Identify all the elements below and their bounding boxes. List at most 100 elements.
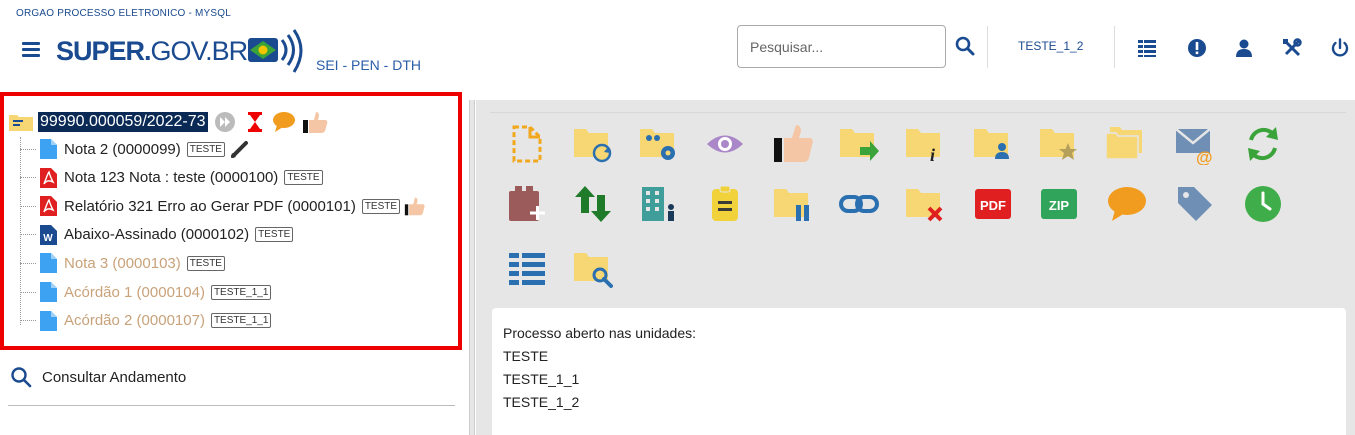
search-icon	[11, 367, 32, 388]
document-label[interactable]: Nota 123 Nota : teste (0000100)	[64, 169, 278, 186]
new-document-icon[interactable]	[506, 123, 548, 165]
pdf-file-icon	[40, 196, 57, 217]
note-icon[interactable]	[704, 183, 746, 225]
list-icon[interactable]	[1137, 38, 1157, 58]
header-divider	[1114, 26, 1115, 68]
document-label[interactable]: Acórdão 2 (0000107)	[64, 312, 205, 329]
word-file-icon: W	[40, 224, 57, 245]
unit-tag: TESTE	[186, 255, 225, 271]
document-label[interactable]: Relatório 321 Erro ao Gerar PDF (0000101…	[64, 198, 356, 215]
unit-tag: TESTE	[186, 141, 225, 157]
follow-process-icon[interactable]	[1038, 123, 1080, 165]
alert-icon[interactable]	[1187, 38, 1207, 58]
logo[interactable]: SUPER.GOV.BR	[56, 36, 249, 67]
folder-permissions-icon[interactable]	[638, 123, 680, 165]
transfer-icon[interactable]	[572, 183, 614, 225]
add-to-block-icon[interactable]	[506, 183, 548, 225]
tree-connector	[20, 291, 36, 293]
document-icon	[40, 139, 57, 159]
svg-text:i: i	[930, 145, 935, 165]
document-icon	[40, 310, 57, 331]
open-units-box: Processo aberto nas unidades: TESTE TEST…	[492, 308, 1346, 435]
open-units-title: Processo aberto nas unidades:	[503, 325, 697, 341]
tree-item[interactable]: Nota 3 (0000103) TESTE	[20, 251, 225, 275]
header: ORGAO PROCESSO ELETRONICO - MYSQL SUPER.…	[0, 0, 1355, 100]
organization-icon[interactable]	[638, 183, 680, 225]
unit-tag: TESTE_1_1	[210, 284, 272, 300]
tree-connector	[20, 320, 36, 322]
consult-label: Consultar Andamento	[42, 368, 187, 386]
process-root[interactable]: 99990.000059/2022-73	[8, 110, 328, 134]
tree-item[interactable]: Nota 123 Nota : teste (0000100) TESTE	[20, 166, 323, 190]
search-folder-icon[interactable]	[572, 247, 614, 289]
document-label[interactable]: Abaixo-Assinado (0000102)	[64, 226, 249, 243]
unit-tag: TESTE	[361, 198, 401, 214]
suspend-process-icon[interactable]	[772, 183, 814, 225]
comment-icon[interactable]	[272, 111, 296, 133]
action-toolbar: i @ PDF ZIP	[490, 112, 1346, 292]
send-process-icon[interactable]	[838, 123, 880, 165]
logo-light: GOV.BR	[150, 36, 249, 66]
tag-icon[interactable]	[1174, 183, 1216, 225]
unit-tag: TESTE	[255, 227, 294, 243]
process-info-icon[interactable]: i	[904, 123, 946, 165]
list-icon[interactable]	[506, 247, 548, 289]
assign-process-icon[interactable]	[972, 123, 1014, 165]
menu-icon[interactable]	[22, 42, 40, 58]
document-icon	[40, 253, 57, 274]
power-icon[interactable]	[1330, 38, 1350, 58]
tools-icon[interactable]	[1282, 38, 1302, 58]
tree-item[interactable]: Acórdão 2 (0000107) TESTE_1_1	[20, 309, 272, 333]
header-divider	[987, 26, 988, 68]
logo-mark-icon	[248, 29, 303, 73]
svg-text:@: @	[1196, 148, 1213, 165]
clock-icon[interactable]	[1242, 183, 1284, 225]
system-tag: SEI - PEN - DTH	[316, 57, 422, 73]
tree-item[interactable]: Relatório 321 Erro ao Gerar PDF (0000101…	[20, 194, 426, 218]
update-folder-icon[interactable]	[572, 123, 614, 165]
pdf-icon[interactable]: PDF	[972, 183, 1014, 225]
document-label[interactable]: Acórdão 1 (0000104)	[64, 284, 205, 301]
forward-icon[interactable]	[214, 111, 236, 133]
link-icon[interactable]	[838, 183, 880, 225]
org-name: ORGAO PROCESSO ELETRONICO - MYSQL	[16, 8, 231, 19]
document-label[interactable]: Nota 3 (0000103)	[64, 255, 181, 272]
user-icon[interactable]	[1234, 38, 1254, 58]
thumb-icon[interactable]	[772, 123, 814, 165]
document-label[interactable]: Nota 2 (0000099)	[64, 141, 181, 158]
tree-item[interactable]: Acórdão 1 (0000104) TESTE_1_1	[20, 280, 272, 304]
tree-connector	[20, 148, 36, 150]
consult-history-link[interactable]: Consultar Andamento	[10, 366, 186, 388]
comment-icon[interactable]	[1106, 183, 1148, 225]
pdf-label: PDF	[980, 198, 1006, 213]
svg-text:W: W	[43, 233, 53, 244]
tree-item[interactable]: Nota 2 (0000099) TESTE	[20, 137, 251, 161]
unit-selector[interactable]: TESTE_1_2	[1018, 39, 1083, 53]
document-icon	[40, 282, 57, 302]
open-unit-item: TESTE	[503, 348, 549, 364]
tree-item[interactable]: W Abaixo-Assinado (0000102) TESTE	[20, 223, 294, 247]
pen-icon[interactable]	[229, 138, 251, 160]
tree-connector	[20, 205, 36, 207]
folder-icon	[9, 115, 33, 131]
related-processes-icon[interactable]	[1104, 123, 1146, 165]
process-number[interactable]: 99990.000059/2022-73	[38, 112, 208, 132]
zip-icon[interactable]: ZIP	[1038, 183, 1080, 225]
hourglass-icon[interactable]	[246, 111, 264, 133]
search-input[interactable]	[737, 25, 946, 68]
zip-label: ZIP	[1049, 198, 1070, 213]
thumb-icon[interactable]	[404, 195, 426, 217]
close-process-icon[interactable]	[904, 183, 946, 225]
sync-icon[interactable]	[1242, 123, 1284, 165]
view-icon[interactable]	[704, 123, 746, 165]
tree-connector	[20, 234, 36, 236]
open-unit-item: TESTE_1_1	[503, 371, 580, 387]
search-icon[interactable]	[955, 36, 975, 56]
unit-tag: TESTE_1_1	[210, 313, 272, 329]
divider	[8, 405, 455, 406]
send-email-icon[interactable]: @	[1174, 123, 1216, 165]
tree-connector	[20, 177, 36, 179]
open-unit-item: TESTE_1_2	[503, 394, 580, 410]
panel-splitter[interactable]	[469, 100, 475, 435]
thumb-icon[interactable]	[302, 111, 328, 133]
